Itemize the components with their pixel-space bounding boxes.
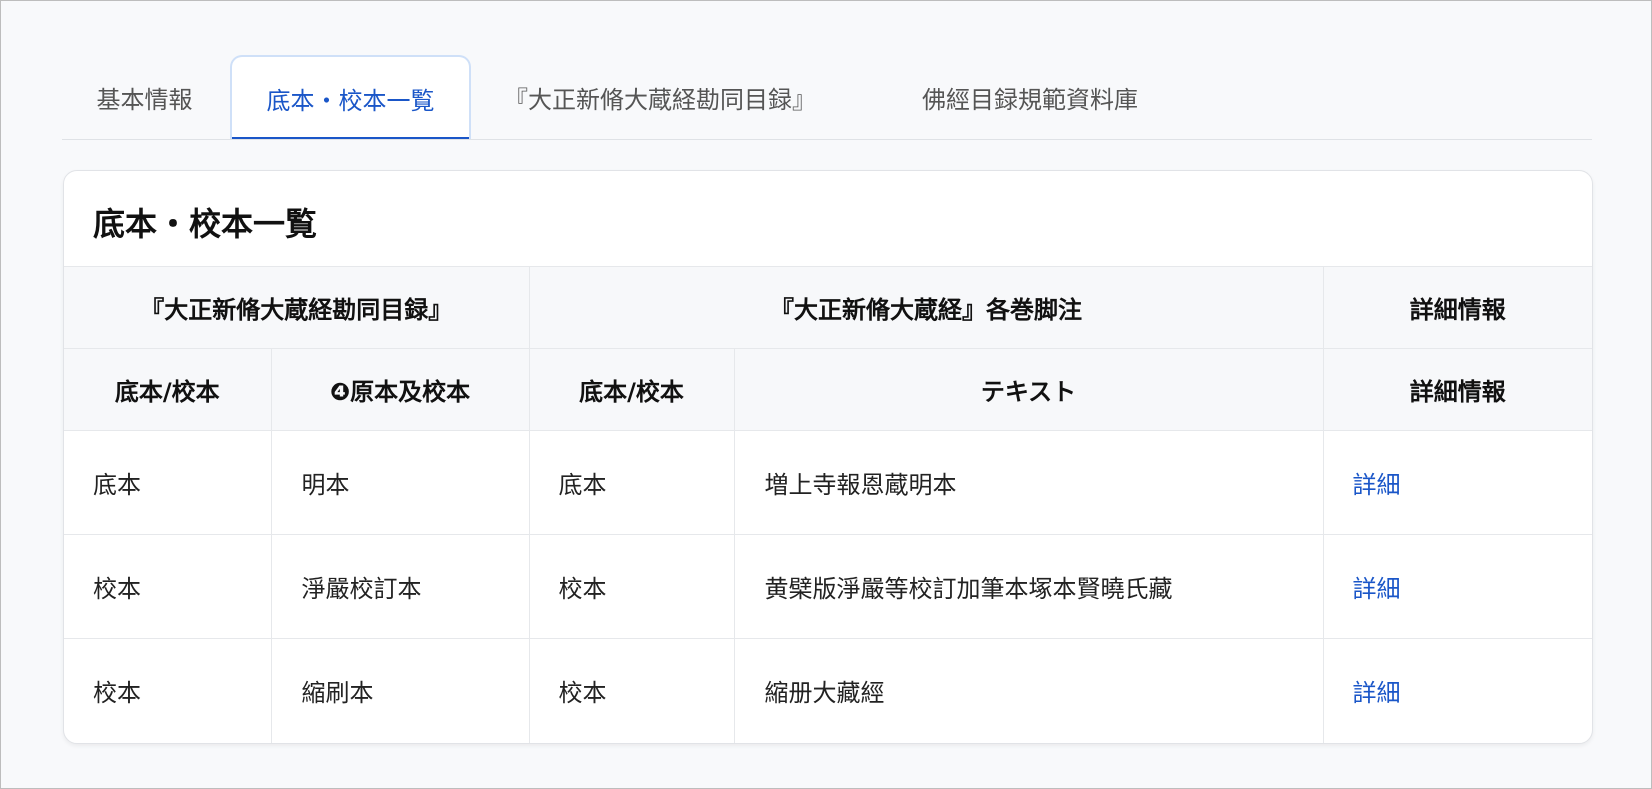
base-text-table: 『大正新脩大蔵経勘同目録』 『大正新脩大蔵経』各巻脚注 詳細情報 底本/校本 ❹… [64, 266, 1592, 743]
cell-text: 黄檗版淨嚴等校訂加筆本塚本賢曉氏藏 [734, 534, 1324, 639]
tab-taisho-catalog[interactable]: 『大正新脩大蔵経勘同目録』 [500, 55, 820, 139]
group-header-kyakuchu: 『大正新脩大蔵経』各巻脚注 [529, 266, 1324, 349]
card-title: 底本・校本一覧 [93, 205, 318, 243]
cell-original-edition: 淨嚴校訂本 [271, 534, 530, 639]
cell-mokuroku-type: 校本 [64, 638, 272, 743]
cell-mokuroku-type: 校本 [64, 534, 272, 639]
detail-link[interactable]: 詳細 [1353, 471, 1401, 499]
cell-detail: 詳細 [1323, 638, 1592, 743]
column-header-base-or-collation-1: 底本/校本 [64, 348, 272, 431]
cell-text: 縮册大藏經 [734, 638, 1324, 743]
tab-basic-info[interactable]: 基本情報 [82, 55, 207, 139]
cell-detail: 詳細 [1323, 430, 1592, 535]
cell-text: 増上寺報恩蔵明本 [734, 430, 1324, 535]
page-frame: 基本情報 底本・校本一覧 『大正新脩大蔵経勘同目録』 佛經目録規範資料庫 底本・… [0, 0, 1652, 789]
detail-link[interactable]: 詳細 [1353, 679, 1401, 707]
tab-base-text-list[interactable]: 底本・校本一覧 [230, 55, 471, 140]
cell-footnote-type: 底本 [529, 430, 735, 535]
column-header-base-or-collation-2: 底本/校本 [529, 348, 735, 431]
table-sub-header-row: 底本/校本 ❹原本及校本 底本/校本 テキスト 詳細情報 [64, 348, 1592, 431]
table-row: 校本 縮刷本 校本 縮册大藏經 詳細 [64, 638, 1592, 743]
group-header-detail: 詳細情報 [1323, 266, 1592, 349]
column-header-original-and-collation: ❹原本及校本 [271, 348, 530, 431]
cell-mokuroku-type: 底本 [64, 430, 272, 535]
cell-footnote-type: 校本 [529, 638, 735, 743]
cell-original-edition: 明本 [271, 430, 530, 535]
table-group-header-row: 『大正新脩大蔵経勘同目録』 『大正新脩大蔵経』各巻脚注 詳細情報 [64, 266, 1592, 349]
column-header-detail-info: 詳細情報 [1323, 348, 1592, 431]
tab-bar: 基本情報 底本・校本一覧 『大正新脩大蔵経勘同目録』 佛經目録規範資料庫 [62, 55, 1592, 140]
cell-original-edition: 縮刷本 [271, 638, 530, 743]
tab-bar-divider [62, 139, 1592, 140]
column-header-text: テキスト [734, 348, 1324, 431]
cell-footnote-type: 校本 [529, 534, 735, 639]
detail-link[interactable]: 詳細 [1353, 575, 1401, 603]
table-row: 校本 淨嚴校訂本 校本 黄檗版淨嚴等校訂加筆本塚本賢曉氏藏 詳細 [64, 534, 1592, 639]
base-text-list-card: 底本・校本一覧 『大正新脩大蔵経勘同目録』 『大正新脩大蔵経』各巻脚注 詳細情報… [63, 170, 1593, 744]
cell-detail: 詳細 [1323, 534, 1592, 639]
group-header-mokuroku: 『大正新脩大蔵経勘同目録』 [64, 266, 530, 349]
table-row: 底本 明本 底本 増上寺報恩蔵明本 詳細 [64, 430, 1592, 535]
tab-catalog-authority-db[interactable]: 佛經目録規範資料庫 [880, 55, 1180, 139]
